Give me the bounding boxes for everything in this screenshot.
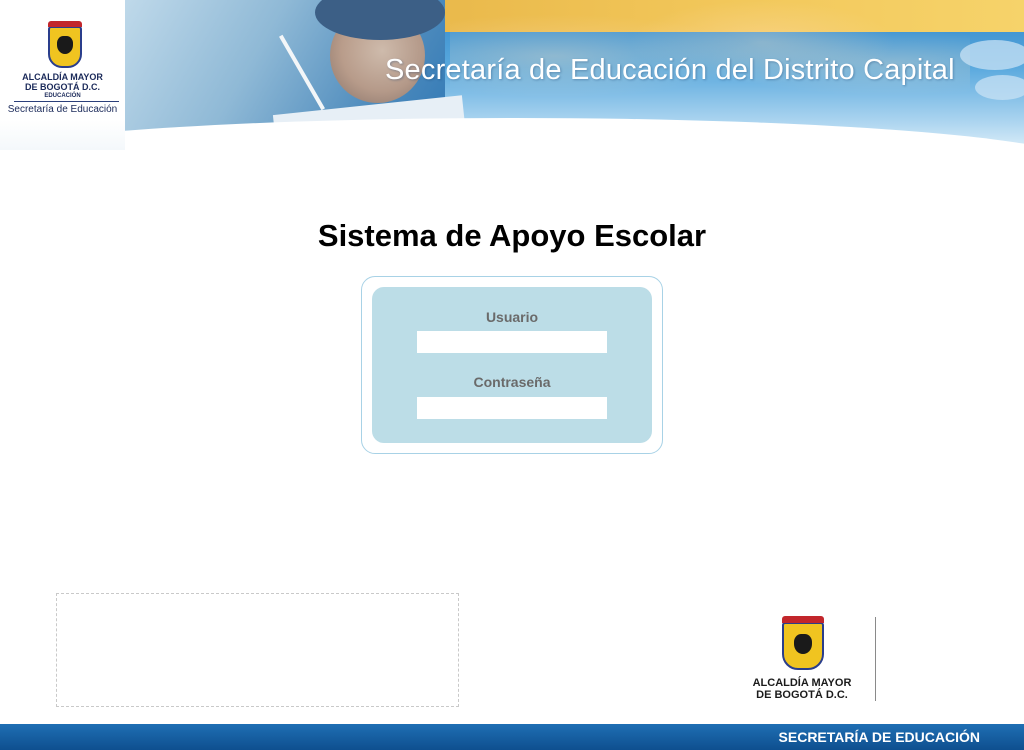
- logo-text-line2: DE BOGOTÁ D.C.: [24, 82, 100, 92]
- password-label: Contraseña: [473, 374, 551, 390]
- footer-logo-text-line2: DE BOGOTÁ D.C.: [756, 689, 848, 701]
- page-title: Sistema de Apoyo Escolar: [317, 218, 707, 253]
- username-label: Usuario: [485, 309, 539, 325]
- logo-text-line1: ALCALDÍA MAYOR: [22, 72, 103, 82]
- bogota-coat-of-arms-icon: [48, 21, 82, 68]
- bogota-coat-of-arms-icon: [782, 616, 824, 670]
- header-logo: ALCALDÍA MAYOR DE BOGOTÁ D.C. EDUCACIÓN …: [0, 0, 125, 150]
- username-input[interactable]: [417, 331, 607, 353]
- cloud-decoration: [975, 75, 1024, 100]
- footer-bar-text: SECRETARÍA DE EDUCACIÓN: [778, 729, 980, 745]
- footer-logo-text-line1: ALCALDÍA MAYOR: [752, 677, 852, 689]
- logo-text-line4: Secretaría de Educación: [7, 104, 118, 115]
- header-banner: ALCALDÍA MAYOR DE BOGOTÁ D.C. EDUCACIÓN …: [0, 0, 1024, 160]
- header-title: Secretaría de Educación del Distrito Cap…: [385, 54, 955, 86]
- cloud-decoration: [960, 40, 1024, 70]
- footer-logo-divider: [875, 617, 876, 701]
- password-input[interactable]: [417, 397, 607, 419]
- empty-content-box: [56, 593, 459, 707]
- logo-divider: [14, 101, 119, 102]
- logo-text-line3: EDUCACIÓN: [44, 93, 81, 99]
